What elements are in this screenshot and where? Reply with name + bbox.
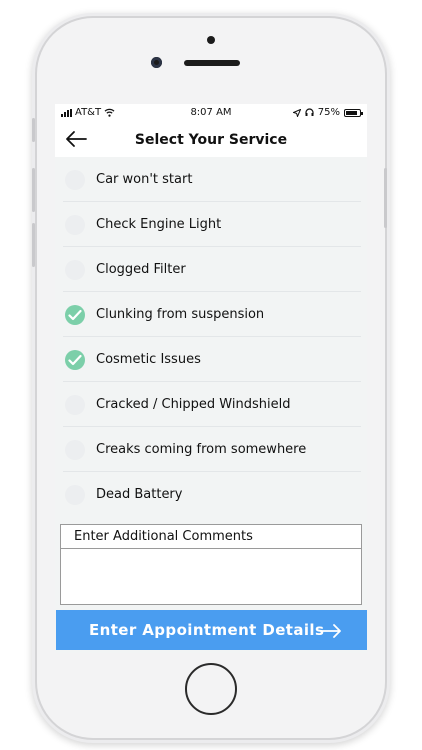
service-label: Cosmetic Issues — [96, 352, 201, 367]
service-label: Dead Battery — [96, 487, 183, 502]
comments-input[interactable] — [61, 549, 361, 604]
service-checkbox[interactable] — [65, 485, 85, 505]
headphones-icon — [305, 108, 314, 116]
service-checkbox-checked[interactable] — [65, 305, 85, 325]
service-checkbox[interactable] — [65, 215, 85, 235]
checkmark-icon — [68, 354, 82, 366]
service-label: Clunking from suspension — [96, 307, 265, 322]
earpiece-speaker — [184, 60, 240, 66]
service-item[interactable]: Dead Battery — [55, 472, 367, 515]
service-item[interactable]: Clogged Filter — [55, 247, 367, 292]
service-list: Car won't start Check Engine Light Clogg… — [55, 157, 367, 515]
service-item[interactable]: Cracked / Chipped Windshield — [55, 382, 367, 427]
service-checkbox[interactable] — [65, 395, 85, 415]
service-label: Creaks coming from somewhere — [96, 442, 307, 457]
service-checkbox[interactable] — [65, 260, 85, 280]
volume-up-button — [32, 168, 35, 212]
service-item[interactable]: Check Engine Light — [55, 202, 367, 247]
service-label: Cracked / Chipped Windshield — [96, 397, 291, 412]
comments-label: Enter Additional Comments — [61, 525, 361, 549]
enter-appointment-details-button[interactable]: Enter Appointment Details — [56, 610, 367, 650]
service-item[interactable]: Creaks coming from somewhere — [55, 427, 367, 472]
arrow-right-icon — [320, 624, 341, 638]
cta-label: Enter Appointment Details — [89, 621, 325, 639]
comments-box[interactable]: Enter Additional Comments — [60, 524, 362, 605]
home-button[interactable] — [185, 663, 237, 715]
status-bar: AT&T 8:07 AM 75% — [55, 104, 367, 122]
nav-header: Select Your Service — [55, 122, 367, 157]
status-right: 75% — [292, 107, 363, 118]
power-button — [384, 168, 387, 228]
page-title: Select Your Service — [134, 132, 288, 148]
checkmark-icon — [68, 309, 82, 321]
battery-icon — [344, 108, 363, 117]
service-item[interactable]: Cosmetic Issues — [55, 337, 367, 382]
location-arrow-icon — [292, 108, 301, 117]
mute-switch — [32, 118, 35, 142]
service-checkbox[interactable] — [65, 170, 85, 190]
app-screen: AT&T 8:07 AM 75% Select Your Service Car… — [55, 104, 367, 653]
service-item[interactable]: Car won't start — [55, 157, 367, 202]
service-label: Car won't start — [96, 172, 193, 187]
volume-down-button — [32, 223, 35, 267]
battery-percent: 75% — [317, 107, 340, 118]
proximity-sensor — [207, 36, 215, 44]
service-checkbox-checked[interactable] — [65, 350, 85, 370]
service-label: Check Engine Light — [96, 217, 222, 232]
service-label: Clogged Filter — [96, 262, 186, 277]
service-checkbox[interactable] — [65, 440, 85, 460]
service-item[interactable]: Clunking from suspension — [55, 292, 367, 337]
front-camera — [151, 57, 162, 68]
